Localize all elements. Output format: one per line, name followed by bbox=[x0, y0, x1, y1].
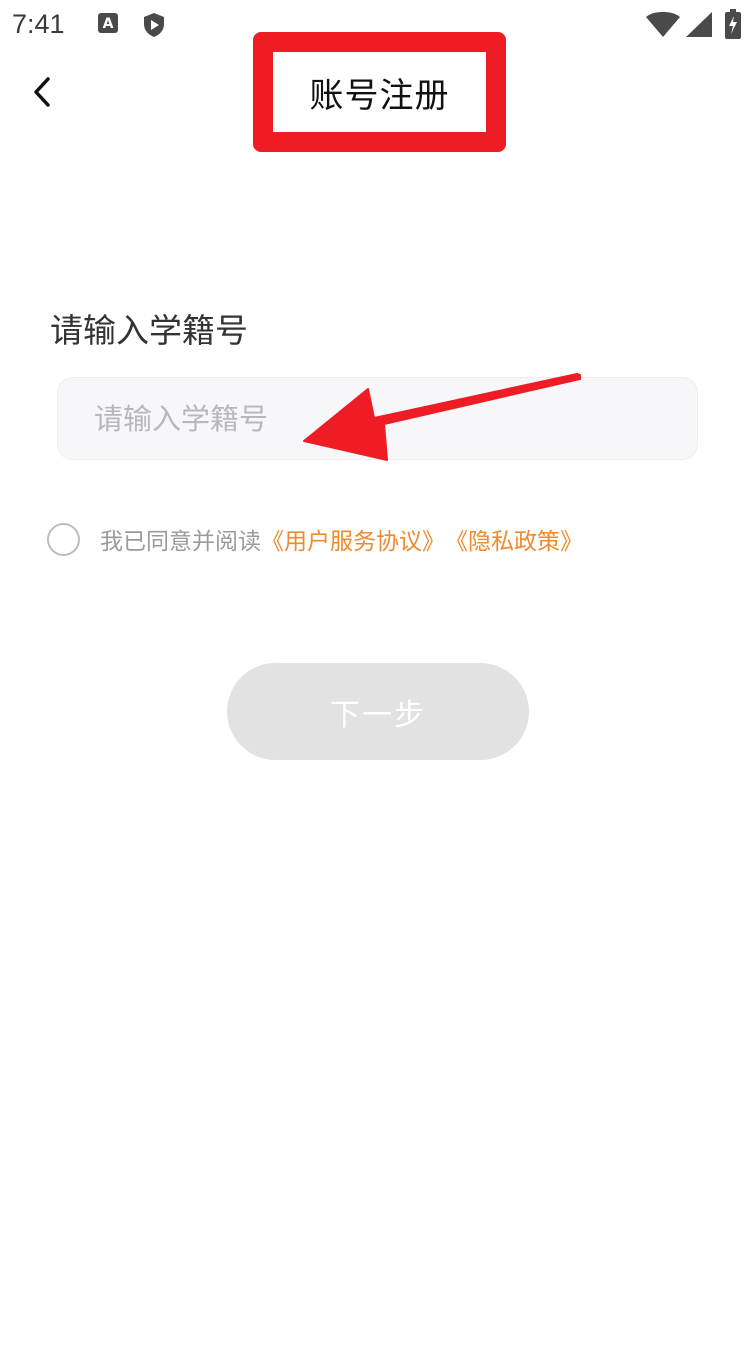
student-id-input[interactable] bbox=[94, 378, 674, 459]
signal-icon bbox=[685, 12, 713, 42]
agreement-checkbox[interactable] bbox=[47, 522, 80, 556]
status-time: 7:41 bbox=[12, 9, 65, 39]
svg-text:A: A bbox=[103, 16, 114, 32]
agreement-text: 我已同意并阅读 bbox=[100, 529, 261, 555]
privacy-policy-link[interactable]: 《隐私政策》 bbox=[445, 522, 583, 556]
chevron-left-icon bbox=[30, 76, 54, 112]
back-button[interactable] bbox=[18, 70, 66, 118]
student-id-label: 请输入学籍号 bbox=[50, 311, 248, 350]
page-title: 账号注册 bbox=[309, 75, 450, 116]
student-id-input-container bbox=[57, 377, 698, 460]
agreement-row: 我已同意并阅读 《用户服务协议》 《隐私政策》 bbox=[47, 521, 583, 557]
a-notification-icon: A bbox=[97, 12, 119, 40]
shield-play-icon bbox=[142, 12, 166, 42]
title-highlight-box: 账号注册 bbox=[253, 32, 506, 152]
next-step-button[interactable]: 下一步 bbox=[227, 663, 529, 760]
wifi-icon bbox=[646, 12, 680, 42]
battery-charging-icon bbox=[725, 9, 741, 43]
user-service-agreement-link[interactable]: 《用户服务协议》 bbox=[261, 522, 445, 556]
nav-bar: 账号注册 bbox=[0, 32, 756, 152]
